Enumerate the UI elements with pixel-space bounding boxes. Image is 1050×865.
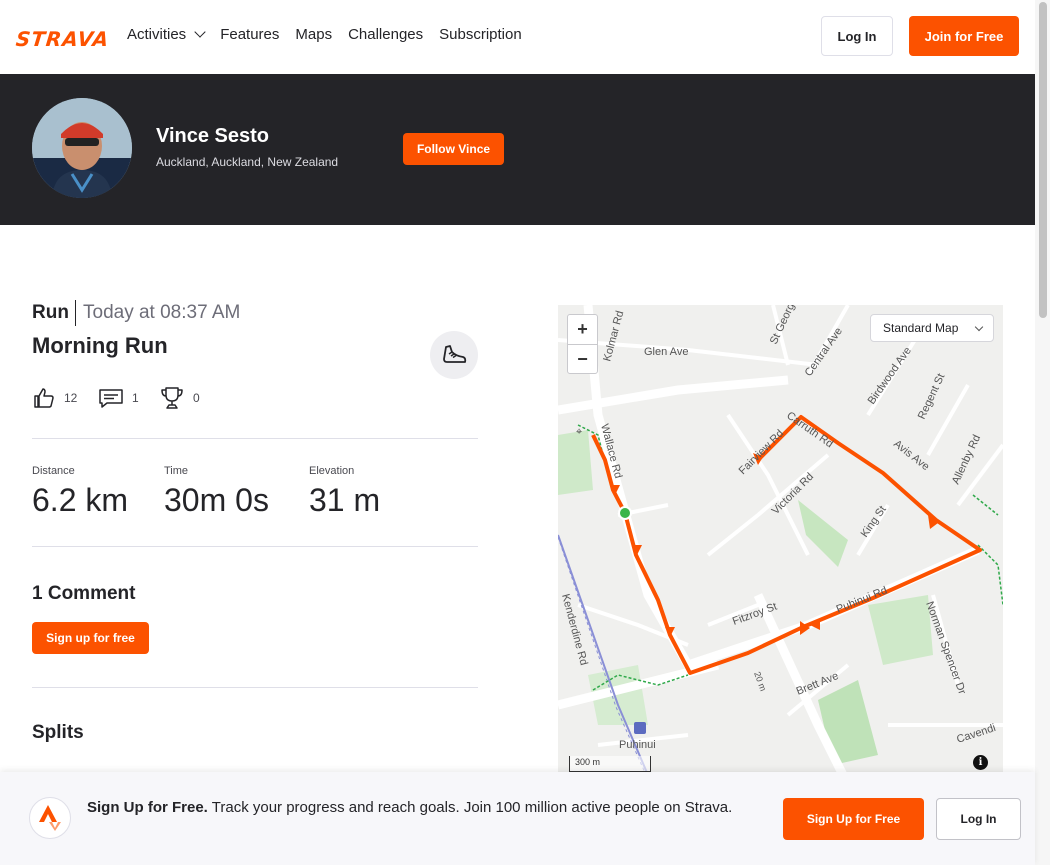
athlete-banner [0,74,1035,225]
comments-count[interactable]: 1 [132,391,139,405]
shoe-button[interactable] [430,331,478,379]
signup-banner-headline: Sign Up for Free. [87,799,208,816]
login-button[interactable]: Log In [821,16,893,56]
divider [32,546,478,547]
comments-heading: 1 Comment [32,583,136,604]
strava-chevron-icon [39,805,61,831]
locate-icon[interactable]: ⌖ [576,426,582,438]
zoom-control: + − [567,314,598,374]
signup-banner-login-button[interactable]: Log In [936,798,1021,840]
activity-type: Run [32,302,69,323]
comment-icon[interactable] [98,386,124,410]
activity-time: Today at 08:37 AM [83,302,241,323]
kudos-count[interactable]: 12 [64,391,77,405]
map-type-select[interactable]: Standard Map [870,314,994,342]
stat-label-time: Time [164,465,189,477]
stat-value-elevation: 31 m [309,482,381,518]
splits-heading: Splits [32,722,84,743]
nav-item-subscription[interactable]: Subscription [439,26,522,43]
comments-group[interactable]: 1 [98,386,139,410]
chevron-down-icon[interactable] [974,322,984,332]
trophy-icon[interactable] [159,386,185,410]
zoom-out-button[interactable]: − [568,344,597,373]
train-station-icon[interactable] [634,722,646,734]
avatar-photo [32,98,132,198]
zoom-in-button[interactable]: + [568,315,597,344]
follow-button[interactable]: Follow Vince [403,133,504,165]
achievements-group[interactable]: 0 [159,386,200,410]
strava-logo[interactable]: STRAVA [15,27,111,51]
nav-item-challenges[interactable]: Challenges [348,26,423,43]
join-button[interactable]: Join for Free [909,16,1019,56]
signup-banner-text: Sign Up for Free. Track your progress an… [87,797,767,819]
chevron-down-icon[interactable] [194,26,206,38]
top-navigation: STRAVA Activities Features Maps Challeng… [0,0,1035,74]
avatar[interactable] [32,98,132,198]
svg-text:Glen Ave: Glen Ave [644,346,688,358]
nav-item-activities[interactable]: Activities [127,26,206,43]
info-icon[interactable]: i [973,755,988,770]
activity-title: Morning Run [32,333,168,358]
nav-item-features[interactable]: Features [220,26,279,43]
nav-links: Activities Features Maps Challenges Subs… [127,26,522,43]
stat-label-elevation: Elevation [309,465,355,477]
route-start-marker[interactable] [618,506,632,520]
shoe-icon [443,345,467,363]
svg-text:Puhinui: Puhinui [619,739,656,751]
route-map[interactable]: Kolmar Rd Glen Ave St George Central Ave… [558,305,1003,775]
divider [32,438,478,439]
map-scale: 300 m [569,756,651,772]
stat-label-distance: Distance [32,465,75,477]
kudos-group[interactable]: 12 [32,386,77,410]
strava-logo-icon [29,797,71,839]
thumbs-up-icon[interactable] [32,386,56,410]
divider [75,300,76,326]
scrollbar-thumb[interactable] [1039,2,1047,318]
achievements-count[interactable]: 0 [193,391,200,405]
signup-banner-body: Track your progress and reach goals. Joi… [211,799,733,816]
nav-item-maps[interactable]: Maps [295,26,332,43]
divider [32,687,478,688]
athlete-location: Auckland, Auckland, New Zealand [156,155,339,169]
signup-banner-button[interactable]: Sign Up for Free [783,798,924,840]
signup-button[interactable]: Sign up for free [32,622,149,654]
map-type-label[interactable]: Standard Map [883,321,958,335]
stat-value-distance: 6.2 km [32,482,129,518]
athlete-name[interactable]: Vince Sesto [156,125,269,148]
map-canvas[interactable]: Kolmar Rd Glen Ave St George Central Ave… [558,305,1003,775]
stat-value-time: 30m 0s [164,482,269,518]
